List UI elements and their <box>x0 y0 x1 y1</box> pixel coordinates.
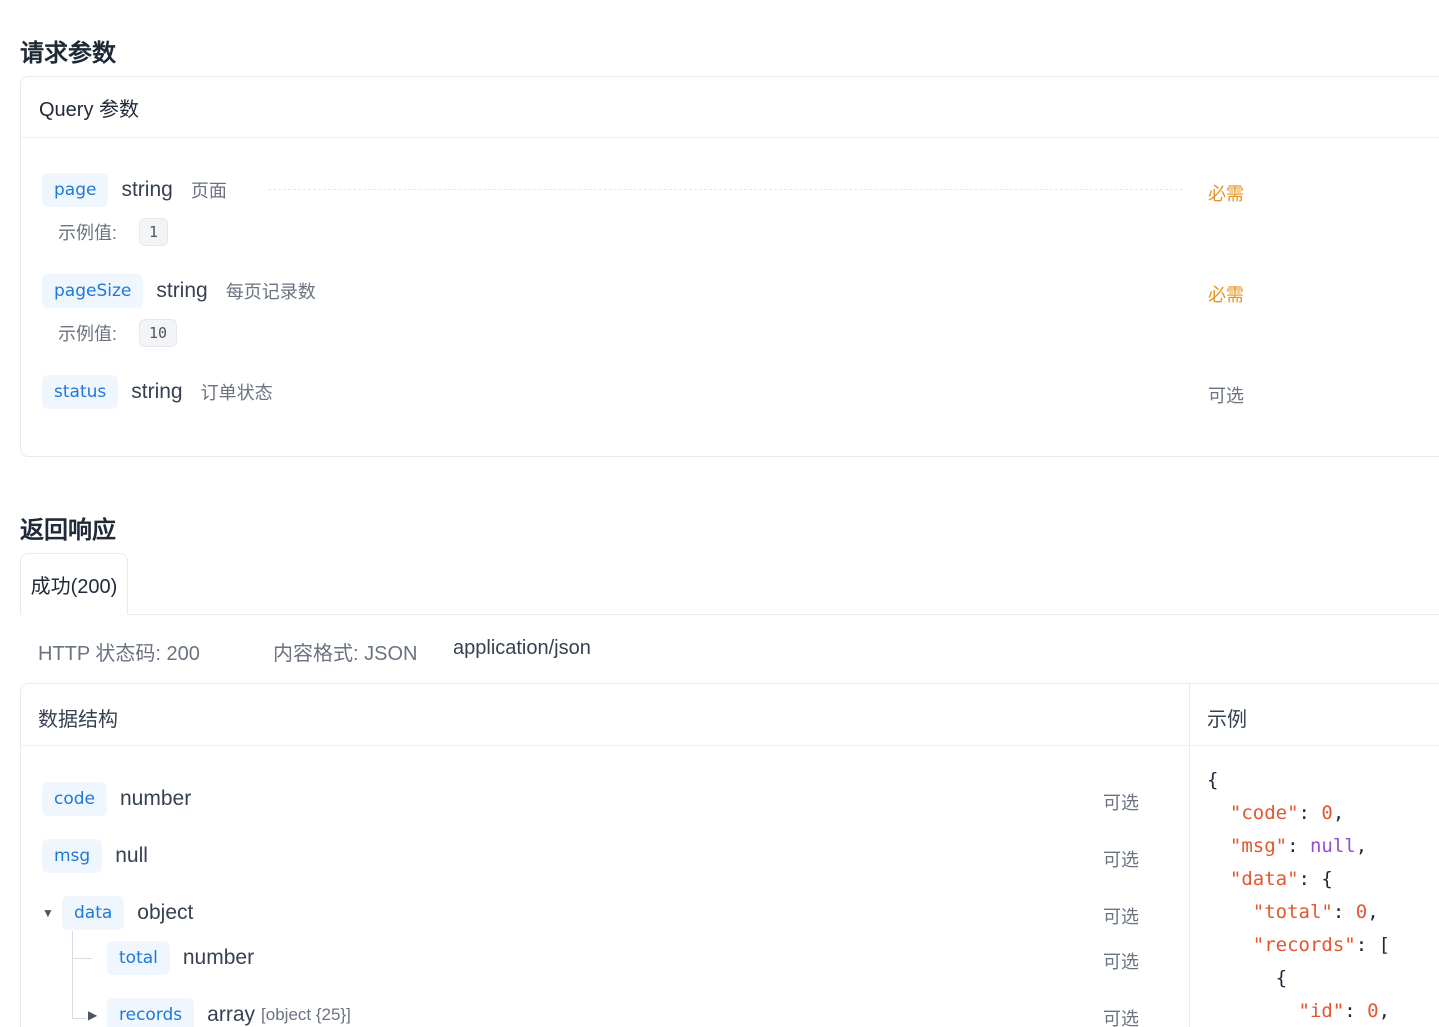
field-name[interactable]: msg <box>42 839 103 873</box>
json-null: null <box>1309 835 1356 857</box>
field-total: total number <box>107 941 254 975</box>
array-item-type: [object {25}] <box>261 1005 351 1024</box>
param-desc: 页面 <box>190 181 227 201</box>
tree-connector <box>72 958 92 959</box>
example-row: 示例值: 1 <box>58 218 169 246</box>
collapse-caret-icon[interactable]: ▼ <box>42 906 54 920</box>
field-type: number <box>120 787 192 810</box>
field-type: array <box>207 1003 256 1026</box>
example-value: 10 <box>139 319 178 347</box>
param-status: status string 订单状态 <box>42 375 273 409</box>
http-status: HTTP 状态码: 200 <box>38 643 200 665</box>
example-row: 示例值: 10 <box>58 319 178 347</box>
expand-caret-icon[interactable]: ▶ <box>88 1008 97 1022</box>
column-divider <box>1189 683 1190 1027</box>
param-name[interactable]: status <box>42 375 119 409</box>
param-desc: 每页记录数 <box>225 282 316 302</box>
json-key: "records" <box>1252 934 1356 956</box>
param-pagesize: pageSize string 每页记录数 <box>42 274 316 308</box>
json-key: "id" <box>1298 1000 1345 1022</box>
field-name[interactable]: code <box>42 782 107 816</box>
required-label: 必需 <box>1208 285 1244 305</box>
param-name[interactable]: pageSize <box>42 274 144 308</box>
example-label: 示例值: <box>58 324 118 344</box>
field-name[interactable]: records <box>107 998 195 1027</box>
field-type: number <box>182 946 255 969</box>
example-json: { "code": 0, "msg": null, "data": { "tot… <box>1207 769 1391 1022</box>
example-label: 示例值: <box>58 223 118 243</box>
json-number: 0 <box>1367 1000 1379 1022</box>
optional-label: 可选 <box>1208 386 1244 406</box>
param-desc: 订单状态 <box>200 383 273 403</box>
json-key: "total" <box>1252 901 1333 923</box>
required-label: 必需 <box>1208 184 1244 204</box>
tab-bar-line <box>20 614 1439 615</box>
field-data: data object <box>62 896 193 930</box>
json-key: "msg" <box>1229 835 1288 857</box>
param-page: page string 页面 <box>42 173 227 207</box>
request-params-title: 请求参数 <box>20 40 116 67</box>
response-title: 返回响应 <box>20 517 116 544</box>
field-name[interactable]: total <box>107 941 170 975</box>
header-divider <box>20 745 1439 746</box>
field-records: records array [object {25}] <box>107 998 351 1027</box>
field-code: code number <box>42 782 191 816</box>
optional-label: 可选 <box>1103 850 1139 870</box>
schema-header: 数据结构 <box>38 709 118 731</box>
json-number: 0 <box>1355 901 1368 923</box>
json-number: 0 <box>1321 802 1333 824</box>
json-key: "data" <box>1229 868 1299 890</box>
optional-label: 可选 <box>1103 952 1139 972</box>
param-type: string <box>121 178 173 201</box>
param-type: string <box>156 279 208 302</box>
field-name[interactable]: data <box>62 896 125 930</box>
example-value: 1 <box>139 218 169 246</box>
field-type: object <box>137 901 194 924</box>
query-params-header: Query 参数 <box>21 77 1439 138</box>
content-format: 内容格式: JSON <box>273 643 418 665</box>
tree-connector <box>72 931 73 1019</box>
field-msg: msg null <box>42 839 148 873</box>
tree-connector <box>72 1018 86 1019</box>
optional-label: 可选 <box>1103 1009 1139 1027</box>
param-name[interactable]: page <box>42 173 109 207</box>
tab-success-200[interactable]: 成功(200) <box>20 553 128 615</box>
content-type: application/json <box>453 637 591 659</box>
optional-label: 可选 <box>1103 793 1139 813</box>
example-header: 示例 <box>1207 709 1247 731</box>
optional-label: 可选 <box>1103 907 1139 927</box>
json-key: "code" <box>1229 802 1299 824</box>
dotted-leader <box>268 189 1183 190</box>
field-type: null <box>115 844 148 867</box>
param-type: string <box>131 380 183 403</box>
